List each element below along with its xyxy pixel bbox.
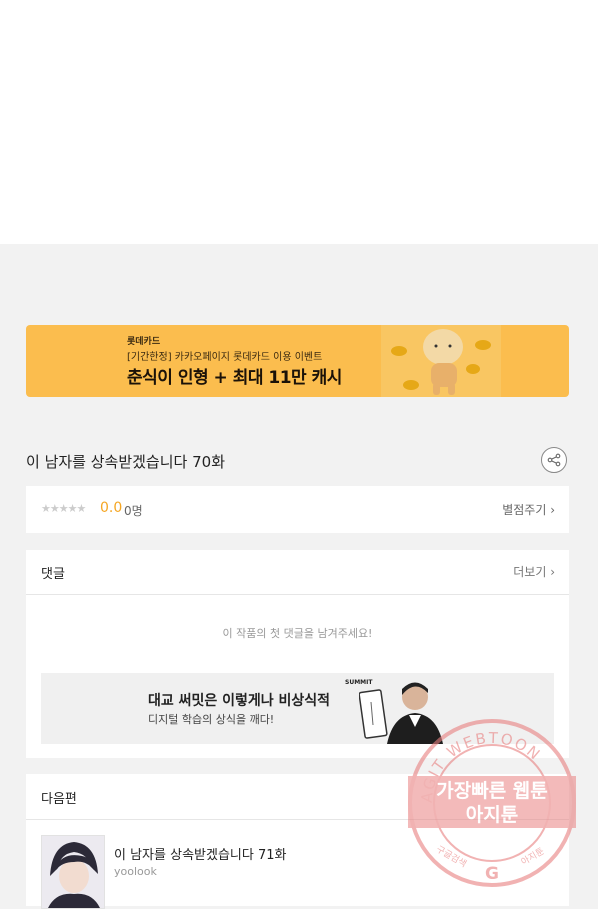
comments-more-button[interactable]: 더보기 › bbox=[513, 563, 555, 580]
rating-count: 0명 bbox=[124, 504, 143, 518]
ad-subtitle: 디지털 학습의 상식을 깨다! bbox=[148, 713, 275, 726]
next-episode-heading: 다음편 bbox=[41, 792, 77, 807]
next-episode-author: yoolook bbox=[114, 865, 157, 878]
content-top-area bbox=[0, 0, 598, 244]
thumbnail-image bbox=[42, 836, 104, 908]
star-rating-icon: ★★★★★ bbox=[41, 502, 86, 515]
ad-banner[interactable]: 대교 써밋은 이렇게나 비상식적 디지털 학습의 상식을 깨다! SUMMIT bbox=[41, 673, 554, 744]
rating-score: 0.0 bbox=[100, 500, 123, 516]
banner-headline: 춘식이 인형 + 최대 11만 캐시 bbox=[127, 368, 342, 388]
episode-title: 이 남자를 상속받겠습니다 70화 bbox=[26, 453, 225, 471]
banner-brand: 롯데카드 bbox=[127, 337, 161, 347]
share-icon bbox=[547, 453, 561, 467]
divider bbox=[26, 594, 569, 595]
next-episode-thumbnail[interactable] bbox=[41, 835, 105, 909]
comments-section: 댓글 더보기 › 이 작품의 첫 댓글을 남겨주세요! 대교 써밋은 이렇게나 … bbox=[26, 550, 569, 758]
ad-headline: 대교 써밋은 이렇게나 비상식적 bbox=[148, 693, 331, 709]
rate-button[interactable]: 별점주기 › bbox=[502, 501, 555, 518]
divider bbox=[26, 819, 569, 820]
character-illustration bbox=[381, 325, 501, 397]
promo-banner[interactable]: 롯데카드 [기간한정] 카카오페이지 롯데카드 이용 이벤트 춘식이 인형 + … bbox=[26, 325, 569, 397]
ad-person-image bbox=[359, 682, 443, 744]
banner-subtitle: [기간한정] 카카오페이지 롯데카드 이용 이벤트 bbox=[127, 352, 323, 363]
share-button[interactable] bbox=[541, 447, 567, 473]
rating-panel: ★★★★★ 0.0 0명 별점주기 › bbox=[26, 486, 569, 533]
comments-title: 댓글 bbox=[41, 567, 65, 582]
empty-comments-message: 이 작품의 첫 댓글을 남겨주세요! bbox=[222, 627, 373, 640]
next-episode-title[interactable]: 이 남자를 상속받겠습니다 71화 bbox=[114, 844, 286, 863]
next-episode-section: 다음편 이 남자를 상속받겠습니다 71화 yoolook bbox=[26, 774, 569, 909]
